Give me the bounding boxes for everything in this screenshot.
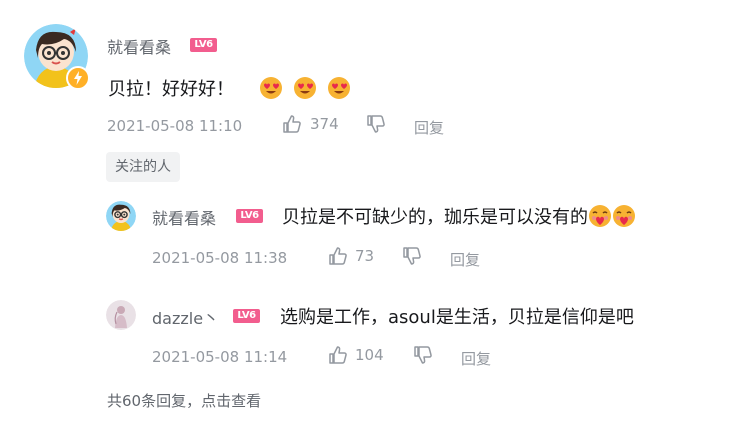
like-count: 73 <box>355 247 375 265</box>
level-badge: LV6 <box>190 38 217 52</box>
vip-lightning-icon <box>66 66 90 90</box>
reply-content: 贝拉是不可缺少的，珈乐是可以没有的 <box>282 207 588 228</box>
level-badge: LV6 <box>233 309 260 323</box>
thumbs-up-icon <box>283 115 301 133</box>
thumbs-up-icon <box>329 346 347 364</box>
comment-time: 2021-05-08 11:10 <box>107 117 243 135</box>
dislike-button[interactable] <box>413 345 433 369</box>
level-badge: LV6 <box>236 209 263 223</box>
username[interactable]: dazzle丶 <box>152 305 219 329</box>
view-more-replies-link[interactable]: 共60条回复，点击查看 <box>107 390 261 411</box>
blush-heart-emoji <box>589 205 611 227</box>
thumbs-up-icon <box>329 247 347 265</box>
reply-button[interactable]: 回复 <box>461 348 491 369</box>
thumbs-down-icon <box>367 115 385 133</box>
reply-text: 贝拉是不可缺少的，珈乐是可以没有的 <box>282 203 636 229</box>
like-count: 374 <box>310 115 339 133</box>
like-button[interactable]: 73 <box>328 246 374 266</box>
like-button[interactable]: 104 <box>328 345 384 365</box>
dislike-button[interactable] <box>366 114 386 138</box>
avatar[interactable] <box>106 300 136 330</box>
avatar[interactable] <box>106 201 136 231</box>
reply-button[interactable]: 回复 <box>414 117 444 138</box>
heart-eyes-emoji <box>260 77 283 99</box>
thumbs-down-icon <box>414 346 432 364</box>
reply-time: 2021-05-08 11:38 <box>152 249 288 267</box>
comment-text: 贝拉！好好好！ <box>108 75 355 101</box>
heart-eyes-emoji <box>327 77 350 99</box>
followed-tag: 关注的人 <box>106 152 180 182</box>
like-button[interactable]: 374 <box>282 114 339 134</box>
comment-content: 贝拉！好好好！ <box>108 79 234 100</box>
dislike-button[interactable] <box>402 246 422 270</box>
username[interactable]: 就看看桑 <box>107 34 171 58</box>
reply-time: 2021-05-08 11:14 <box>152 348 288 366</box>
like-count: 104 <box>355 346 384 364</box>
heart-eyes-emoji <box>294 77 317 99</box>
reply-button[interactable]: 回复 <box>450 249 480 270</box>
reply-content: 选购是工作，asoul是生活，贝拉是信仰是吧 <box>280 307 634 328</box>
username[interactable]: 就看看桑 <box>152 205 216 229</box>
thumbs-down-icon <box>403 247 421 265</box>
blush-heart-emoji <box>613 205 635 227</box>
